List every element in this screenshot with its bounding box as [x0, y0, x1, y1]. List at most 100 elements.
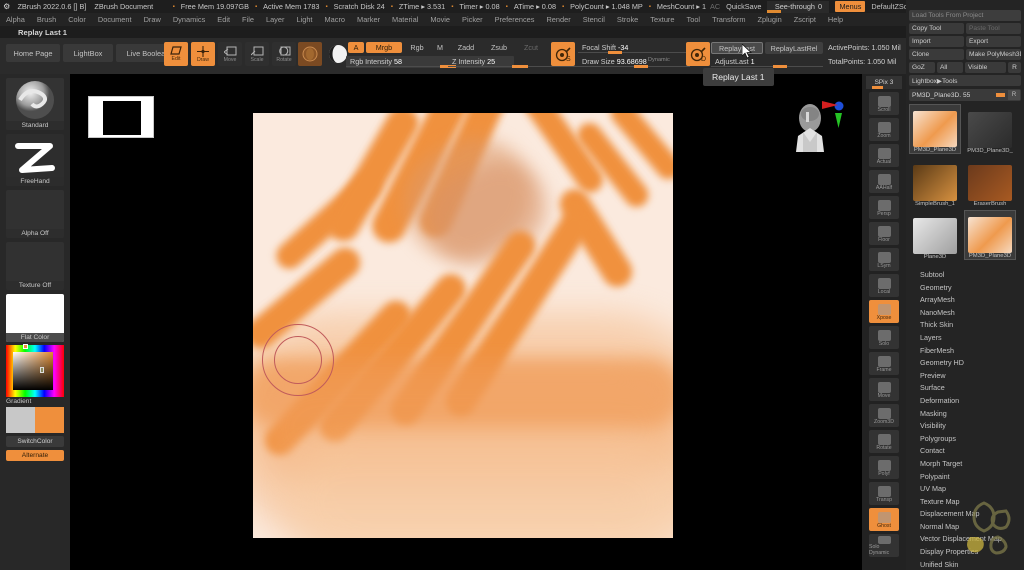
- subpalette-deformation[interactable]: Deformation: [920, 395, 1024, 408]
- menu-marker[interactable]: Marker: [351, 15, 386, 24]
- subpalette-thick-skin[interactable]: Thick Skin: [920, 319, 1024, 332]
- menu-texture[interactable]: Texture: [644, 15, 680, 24]
- menu-zplugin[interactable]: Zplugin: [751, 15, 787, 24]
- subpalette-subtool[interactable]: Subtool: [920, 269, 1024, 282]
- dynamic-draw-size-button[interactable]: D: [686, 42, 710, 66]
- menu-file[interactable]: File: [236, 15, 260, 24]
- tool-tile[interactable]: EraserBrush: [964, 157, 1016, 207]
- menu-transform[interactable]: Transform: [706, 15, 751, 24]
- zadd-toggle-button[interactable]: Zadd: [451, 42, 481, 53]
- r-button[interactable]: R: [1008, 62, 1021, 73]
- copy-tool-button[interactable]: Copy Tool: [909, 23, 964, 34]
- menu-help[interactable]: Help: [822, 15, 849, 24]
- load-tools-from-project-button[interactable]: Load Tools From Project: [909, 10, 1021, 21]
- import-button[interactable]: Import: [909, 36, 964, 47]
- tool-aahalf-button[interactable]: AAHalf: [869, 170, 899, 193]
- menu-dynamics[interactable]: Dynamics: [167, 15, 211, 24]
- rgb-toggle-button[interactable]: Rgb: [403, 42, 431, 53]
- edit-mode-button[interactable]: Edit: [164, 42, 188, 66]
- menu-stroke[interactable]: Stroke: [611, 15, 644, 24]
- menus-button[interactable]: Menus: [835, 1, 866, 12]
- menu-material[interactable]: Material: [386, 15, 424, 24]
- color-picker-hue-marker[interactable]: [23, 344, 28, 349]
- tool-solo-button[interactable]: Solo: [869, 326, 899, 349]
- goz-button[interactable]: GoZ: [909, 62, 935, 73]
- color-picker[interactable]: [6, 344, 64, 397]
- draw-size-slider[interactable]: Draw Size 93.68698: [578, 56, 690, 68]
- document-canvas[interactable]: [253, 113, 673, 538]
- material-selector[interactable]: Flat Color: [6, 294, 64, 342]
- draw-size-knob[interactable]: [634, 65, 648, 68]
- tool-tile[interactable]: PM3D_Plane3D: [964, 210, 1016, 260]
- subpalette-geometry-hd[interactable]: Geometry HD: [920, 357, 1024, 370]
- menu-document[interactable]: Document: [92, 15, 138, 24]
- move-mode-button[interactable]: Move: [218, 42, 242, 66]
- menu-draw[interactable]: Draw: [138, 15, 167, 24]
- color-picker-square[interactable]: [13, 352, 53, 390]
- tool-transp-button[interactable]: Transp: [869, 482, 899, 505]
- zsub-toggle-button[interactable]: Zsub: [484, 42, 514, 53]
- draw-mode-button[interactable]: Draw: [191, 42, 215, 66]
- subpalette-surface[interactable]: Surface: [920, 382, 1024, 395]
- alpha-selector[interactable]: Alpha Off: [6, 190, 64, 238]
- tool-actual-button[interactable]: Actual: [869, 144, 899, 167]
- brush-selector[interactable]: Standard: [6, 78, 64, 130]
- tool-local-button[interactable]: Local: [869, 274, 899, 297]
- focal-shift-slider[interactable]: Focal Shift -34: [578, 42, 690, 54]
- tool-zoom-button[interactable]: Zoom: [869, 118, 899, 141]
- tool-solo-dynamic-button[interactable]: Solo Dynamic: [869, 534, 899, 557]
- replay-last-button[interactable]: ReplayLast: [711, 42, 763, 54]
- subpalette-uv-map[interactable]: UV Map: [920, 483, 1024, 496]
- focal-shift-knob[interactable]: [608, 51, 622, 54]
- menu-light[interactable]: Light: [290, 15, 318, 24]
- subpalette-preview[interactable]: Preview: [920, 370, 1024, 383]
- subpalette-polygroups[interactable]: Polygroups: [920, 433, 1024, 446]
- menu-layer[interactable]: Layer: [260, 15, 291, 24]
- visible-button[interactable]: Visible: [965, 62, 1006, 73]
- z-intensity-knob[interactable]: [512, 65, 528, 68]
- switch-color-button[interactable]: SwitchColor: [6, 436, 64, 447]
- tool-persp-button[interactable]: Persp: [869, 196, 899, 219]
- rotate-mode-button[interactable]: Rotate: [272, 42, 296, 66]
- spix-knob[interactable]: [872, 86, 883, 89]
- tool-lsym-button[interactable]: LSym: [869, 248, 899, 271]
- spix-slider[interactable]: SPix 3: [866, 76, 902, 89]
- subpalette-nanomesh[interactable]: NanoMesh: [920, 307, 1024, 320]
- tool-polyf-button[interactable]: Polyf: [869, 456, 899, 479]
- tool-rotate-button[interactable]: Rotate: [869, 430, 899, 453]
- color-swatches[interactable]: [6, 407, 64, 433]
- subpalette-fibermesh[interactable]: FiberMesh: [920, 345, 1024, 358]
- subpalette-arraymesh[interactable]: ArrayMesh: [920, 294, 1024, 307]
- mrgb-toggle-button[interactable]: Mrgb: [366, 42, 402, 53]
- tool-zoom3d-button[interactable]: Zoom3D: [869, 404, 899, 427]
- lightbox-button[interactable]: LightBox: [63, 44, 113, 62]
- tool-slider-reset-button[interactable]: R: [1008, 90, 1020, 100]
- menu-color[interactable]: Color: [62, 15, 92, 24]
- tool-tile[interactable]: Plane3D: [909, 210, 961, 260]
- primary-color-swatch[interactable]: [35, 407, 64, 433]
- see-through-slider[interactable]: See-through 0: [767, 0, 830, 13]
- tool-tile[interactable]: PM3D_Plane3D_: [964, 104, 1016, 154]
- tool-ghost-button[interactable]: Ghost: [869, 508, 899, 531]
- export-button[interactable]: Export: [966, 36, 1021, 47]
- subpalette-morph-target[interactable]: Morph Target: [920, 458, 1024, 471]
- subpalette-contact[interactable]: Contact: [920, 445, 1024, 458]
- menu-macro[interactable]: Macro: [318, 15, 351, 24]
- zcut-toggle-button[interactable]: Zcut: [517, 42, 545, 53]
- tool-slider-knob[interactable]: [996, 93, 1005, 97]
- alternate-button[interactable]: Alternate: [6, 450, 64, 461]
- all-button[interactable]: All: [937, 62, 963, 73]
- subpalette-visibility[interactable]: Visibility: [920, 420, 1024, 433]
- menu-picker[interactable]: Picker: [456, 15, 489, 24]
- m-toggle-button[interactable]: M: [433, 42, 447, 53]
- alpha-toggle-button[interactable]: A: [348, 42, 364, 53]
- navigation-gizmo[interactable]: [786, 96, 856, 158]
- secondary-color-swatch[interactable]: [6, 407, 35, 433]
- paste-tool-button[interactable]: Paste Tool: [966, 23, 1021, 34]
- menu-movie[interactable]: Movie: [424, 15, 456, 24]
- home-page-button[interactable]: Home Page: [6, 44, 60, 62]
- tool-tile[interactable]: SimpleBrush_1: [909, 157, 961, 207]
- tool-xpose-button[interactable]: Xpose: [869, 300, 899, 323]
- draw-size-preview-button[interactable]: S: [551, 42, 575, 66]
- menu-alpha[interactable]: Alpha: [0, 15, 31, 24]
